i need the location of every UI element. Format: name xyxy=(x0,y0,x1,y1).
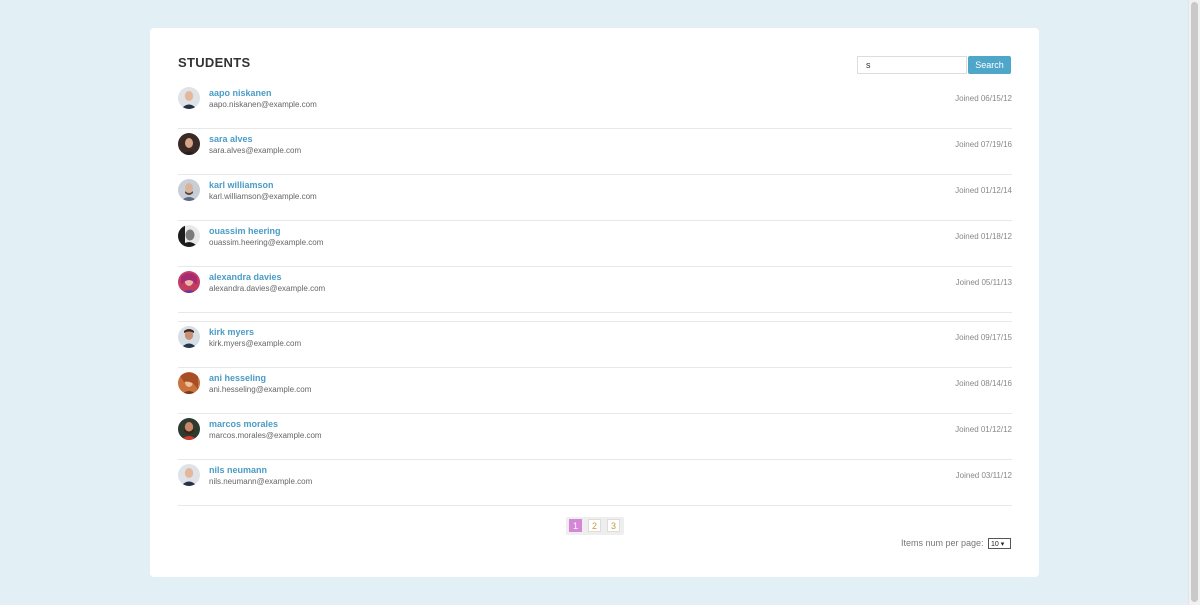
joined-date: Joined 01/18/12 xyxy=(955,232,1012,241)
search-input[interactable] xyxy=(857,56,967,74)
joined-date: Joined 01/12/12 xyxy=(955,425,1012,434)
student-row: ani hesseling ani.hesseling@example.com … xyxy=(178,368,1012,414)
items-per-page-label: Items num per page: xyxy=(901,538,984,548)
page-scrollbar[interactable] xyxy=(1188,0,1200,605)
student-email: alexandra.davies@example.com xyxy=(209,284,326,293)
avatar xyxy=(178,225,200,247)
avatar xyxy=(178,271,200,293)
student-name[interactable]: karl williamson xyxy=(209,180,274,190)
avatar xyxy=(178,326,200,348)
joined-date: Joined 09/17/15 xyxy=(955,333,1012,342)
student-email: marcos.morales@example.com xyxy=(209,431,322,440)
student-row: sara alves sara.alves@example.com Joined… xyxy=(178,129,1012,175)
student-name[interactable]: ani hesseling xyxy=(209,373,266,383)
student-name[interactable]: alexandra davies xyxy=(209,272,282,282)
student-name[interactable]: ouassim heering xyxy=(209,226,281,236)
joined-date: Joined 08/14/16 xyxy=(955,379,1012,388)
joined-date: Joined 05/11/13 xyxy=(955,278,1012,287)
student-email: karl.williamson@example.com xyxy=(209,192,317,201)
student-row: aapo niskanen aapo.niskanen@example.com … xyxy=(178,83,1012,129)
student-name[interactable]: marcos morales xyxy=(209,419,278,429)
student-email: kirk.myers@example.com xyxy=(209,339,302,348)
scrollbar-thumb[interactable] xyxy=(1191,2,1198,602)
page-2-button[interactable]: 2 xyxy=(588,519,601,532)
items-per-page-select[interactable]: 10 ▾ xyxy=(988,538,1011,549)
pagination: 1 2 3 xyxy=(566,517,624,535)
avatar xyxy=(178,87,200,109)
joined-date: Joined 07/19/16 xyxy=(955,140,1012,149)
student-name[interactable]: sara alves xyxy=(209,134,253,144)
avatar xyxy=(178,464,200,486)
avatar xyxy=(178,179,200,201)
student-email: sara.alves@example.com xyxy=(209,146,302,155)
student-email: ani.hesseling@example.com xyxy=(209,385,312,394)
student-name[interactable]: kirk myers xyxy=(209,327,254,337)
avatar xyxy=(178,133,200,155)
student-email: nils.neumann@example.com xyxy=(209,477,313,486)
student-row: marcos morales marcos.morales@example.co… xyxy=(178,414,1012,460)
student-name[interactable]: aapo niskanen xyxy=(209,88,272,98)
students-list: aapo niskanen aapo.niskanen@example.com … xyxy=(178,83,1012,506)
student-name[interactable]: nils neumann xyxy=(209,465,267,475)
joined-date: Joined 01/12/14 xyxy=(955,186,1012,195)
student-row: alexandra davies alexandra.davies@exampl… xyxy=(178,267,1012,313)
student-email: ouassim.heering@example.com xyxy=(209,238,324,247)
avatar xyxy=(178,418,200,440)
student-row: ouassim heering ouassim.heering@example.… xyxy=(178,221,1012,267)
students-card: STUDENTS Search aapo niskanen aapo.niska… xyxy=(150,28,1039,577)
joined-date: Joined 03/11/12 xyxy=(955,471,1012,480)
student-row: kirk myers kirk.myers@example.com Joined… xyxy=(178,322,1012,368)
student-email: aapo.niskanen@example.com xyxy=(209,100,317,109)
student-row: karl williamson karl.williamson@example.… xyxy=(178,175,1012,221)
student-row: nils neumann nils.neumann@example.com Jo… xyxy=(178,460,1012,506)
search-button[interactable]: Search xyxy=(968,56,1011,74)
page-title: STUDENTS xyxy=(178,55,251,70)
list-divider xyxy=(178,313,1012,322)
avatar xyxy=(178,372,200,394)
joined-date: Joined 06/15/12 xyxy=(955,94,1012,103)
page-1-button[interactable]: 1 xyxy=(569,519,582,532)
page-3-button[interactable]: 3 xyxy=(607,519,620,532)
